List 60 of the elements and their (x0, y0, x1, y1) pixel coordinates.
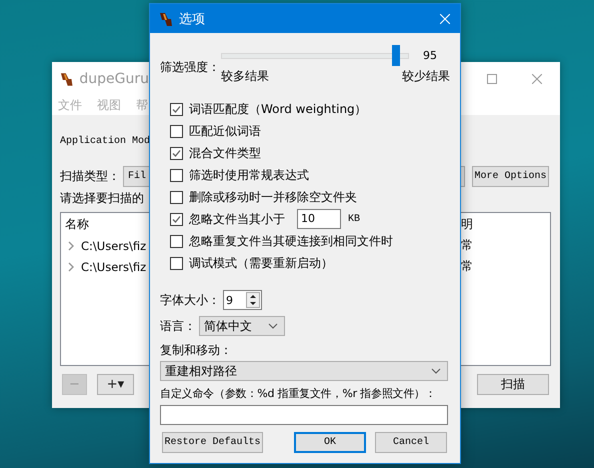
scan-type-dropdown-edge (461, 166, 465, 187)
ok-button[interactable]: OK (294, 432, 366, 453)
language-dropdown[interactable]: 简体中文 (199, 316, 285, 336)
caret-icon (268, 323, 278, 329)
more-options-button[interactable]: More Options (472, 166, 549, 187)
checkbox[interactable] (170, 212, 183, 226)
option-label: 调试模式（需要重新启动） (189, 254, 333, 272)
restore-defaults-button[interactable]: Restore Defaults (162, 432, 263, 453)
custom-command-label: 自定义命令（参数：%d 指重复文件，%r 指参照文件）： (160, 386, 436, 400)
scan-type-label: 扫描类型： (60, 168, 120, 185)
column-header: 明 (461, 216, 473, 232)
column-header: 名称 (65, 216, 89, 232)
chevron-icon[interactable] (68, 240, 74, 250)
checkbox[interactable] (170, 168, 183, 182)
cancel-button[interactable]: Cancel (375, 432, 447, 453)
spin-arrows-icon[interactable] (246, 292, 260, 308)
threshold-slider[interactable] (221, 44, 409, 66)
font-size-label: 字体大小： (160, 292, 220, 308)
unit-label: KB (348, 214, 360, 224)
folder-state: 常 (461, 237, 473, 254)
checkbox[interactable] (170, 190, 183, 204)
size-input[interactable]: 10 (297, 209, 341, 229)
option-label: 混合文件类型 (189, 144, 261, 162)
app-logo-icon (158, 10, 174, 26)
checkbox[interactable] (170, 102, 183, 116)
option-label: 忽略重复文件当其硬连接到相同文件时 (189, 232, 393, 250)
threshold-label: 筛选强度： (160, 58, 221, 76)
dialog-title: 选项 (179, 10, 205, 28)
checkbox[interactable] (170, 234, 183, 248)
folders-label: 请选择要扫描的 (60, 190, 144, 206)
caret-icon (431, 368, 441, 374)
close-icon[interactable] (532, 74, 542, 84)
option-label: 忽略文件当其小于 (189, 210, 285, 228)
checkbox[interactable] (170, 124, 183, 138)
scan-type-dropdown[interactable]: Fil (123, 166, 149, 187)
threshold-value: 95 (423, 48, 437, 62)
max-label: 较少结果 (402, 68, 450, 85)
app-logo-icon (59, 70, 74, 86)
chevron-icon[interactable] (68, 262, 74, 272)
maximize-icon[interactable] (487, 74, 497, 84)
language-label: 语言： (160, 318, 196, 334)
slider-thumb[interactable] (392, 44, 400, 66)
font-size-spinbox[interactable]: 9 (223, 290, 262, 310)
option-label: 筛选时使用常规表达式 (189, 166, 309, 184)
folder-state: 常 (461, 258, 473, 275)
scan-button[interactable]: 扫描 (477, 374, 549, 395)
checkbox[interactable] (170, 256, 183, 270)
custom-command-input[interactable] (160, 405, 448, 425)
checkbox[interactable] (170, 146, 183, 160)
application-mode-label: Application Mod (60, 136, 150, 146)
copy-move-dropdown[interactable]: 重建相对路径 (160, 361, 448, 381)
window-title: dupeGuru (79, 70, 149, 86)
copy-move-label: 复制和移动： (160, 342, 232, 358)
option-label: 匹配近似词语 (189, 122, 261, 140)
option-label: 删除或移动时一并移除空文件夹 (189, 188, 357, 206)
folder-path[interactable]: C:\Users\fiz (81, 260, 146, 274)
folder-path[interactable]: C:\Users\fiz (81, 238, 146, 252)
add-button[interactable]: +▾ (97, 374, 134, 395)
min-label: 较多结果 (221, 68, 269, 85)
option-label: 词语匹配度（Word weighting） (189, 100, 367, 118)
